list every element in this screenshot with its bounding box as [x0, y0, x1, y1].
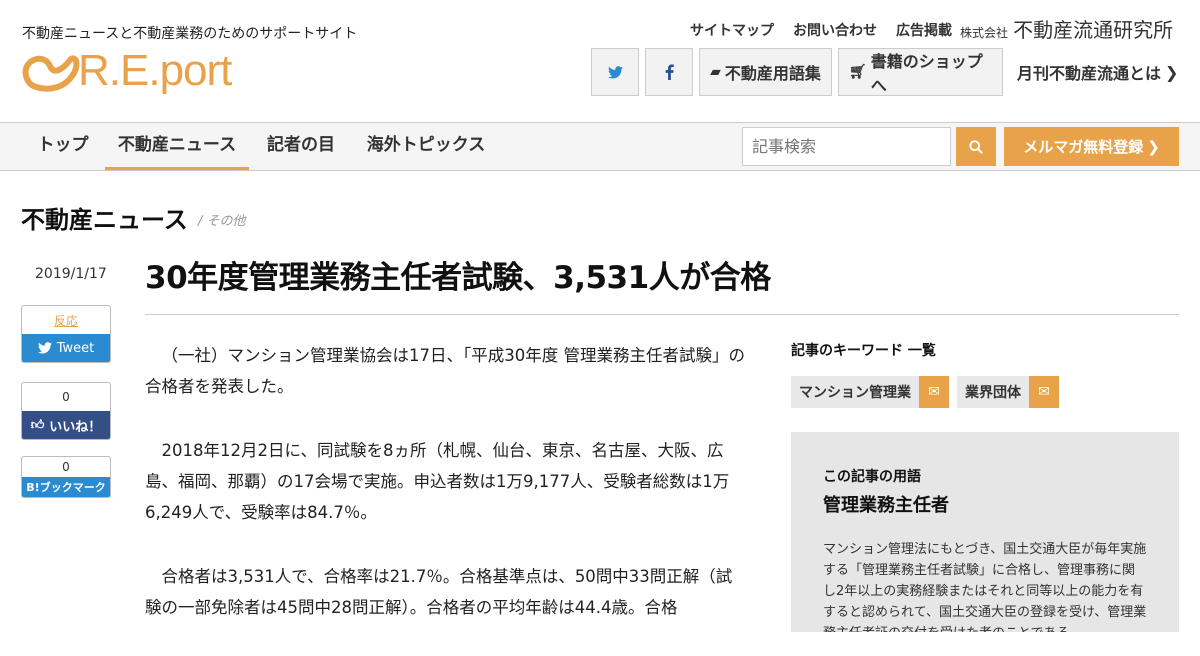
search-button[interactable]: [956, 127, 996, 166]
article-paragraph: 合格者は3,531人で、合格率は21.7％。合格基準点は、50問中33問正解（試…: [145, 567, 733, 617]
header-buttons: ▰ 不動産用語集 🛒︎ 書籍のショップへ 月刊不動産流通とは ❯: [591, 48, 1184, 96]
cart-icon: 🛒︎: [849, 64, 867, 80]
bookshop-label: 書籍のショップへ: [870, 52, 983, 95]
corporate-logo[interactable]: 株式会社 不動産流通研究所: [960, 14, 1173, 43]
keyword-tag[interactable]: マンション管理業 ✉: [791, 376, 949, 408]
article-title: 30年度管理業務主任者試験、3,531人が合格: [145, 260, 771, 296]
glossary-button[interactable]: ▰ 不動産用語集: [699, 48, 832, 96]
thumbs-up-icon: 👍︎: [30, 417, 45, 433]
article-paragraph: 2018年12月2日に、同試験を8ヵ所（札幌、仙台、東京、名古屋、大阪、広島、福…: [145, 441, 730, 522]
chevron-right-icon: ❯: [1147, 137, 1160, 156]
bookmark-button[interactable]: B!ブックマーク: [22, 477, 110, 497]
book-icon: ▰: [710, 64, 721, 80]
mailmag-label: メルマガ無料登録: [1023, 138, 1144, 156]
tweet-label: Tweet: [56, 340, 95, 356]
mail-icon[interactable]: ✉: [919, 376, 949, 408]
twitter-button[interactable]: [591, 48, 639, 96]
twitter-icon: [607, 65, 623, 78]
site-tagline: 不動産ニュースと不動産業務のためのサポートサイト: [22, 26, 358, 42]
sitemap-link[interactable]: サイトマップ: [690, 20, 774, 40]
mailmag-signup-button[interactable]: メルマガ無料登録 ❯: [1004, 127, 1179, 166]
keyword-tag[interactable]: 業界団体 ✉: [957, 376, 1059, 408]
like-label: いいね！: [49, 419, 102, 435]
twitter-icon: [37, 342, 52, 354]
title-divider: [145, 314, 1179, 315]
nav-overseas[interactable]: 海外トピックス: [356, 123, 496, 170]
corp-name: 不動産流通研究所: [1013, 18, 1174, 42]
monthly-label: 月刊不動産流通とは: [1017, 64, 1162, 83]
bookshop-button[interactable]: 🛒︎ 書籍のショップへ: [838, 48, 1003, 96]
article-body: （一社）マンション管理業協会は17日、「平成30年度 管理業務主任者試験」の合格…: [145, 340, 745, 656]
corp-prefix: 株式会社: [960, 26, 1009, 40]
nav-news[interactable]: 不動産ニュース: [105, 123, 249, 170]
site-logo[interactable]: R.E.port: [20, 46, 232, 98]
glossary-label: 不動産用語集: [724, 64, 821, 83]
search-icon: [969, 139, 983, 154]
facebook-icon: [665, 64, 674, 80]
main-nav: トップ 不動産ニュース 記者の目 海外トピックス メルマガ無料登録 ❯: [0, 122, 1200, 171]
mail-icon[interactable]: ✉: [1029, 376, 1059, 408]
facebook-like-box[interactable]: 0 👍︎ いいね！: [21, 382, 111, 440]
like-count: 0: [62, 390, 70, 404]
nav-reporter-eye[interactable]: 記者の目: [259, 123, 343, 170]
nav-top[interactable]: トップ: [21, 123, 105, 170]
like-button[interactable]: 👍︎ いいね！: [22, 411, 110, 439]
facebook-button[interactable]: [645, 48, 693, 96]
tweet-reaction-link[interactable]: 反応: [22, 306, 110, 334]
hatena-bookmark-box[interactable]: 0 B!ブックマーク: [21, 456, 111, 498]
keyword-list: マンション管理業 ✉ 業界団体 ✉: [791, 376, 1059, 408]
advertise-link[interactable]: 広告掲載: [896, 20, 952, 40]
section-title: 不動産ニュース: [21, 206, 188, 234]
section-category[interactable]: / その他: [198, 210, 246, 229]
logo-wordmark: R.E.port: [78, 46, 232, 95]
term-title[interactable]: 管理業務主任者: [823, 491, 1147, 517]
article-search-input[interactable]: [742, 127, 951, 166]
keywords-heading: 記事のキーワード 一覧: [791, 343, 936, 359]
chevron-right-icon: ❯: [1165, 62, 1179, 82]
article-paragraph: （一社）マンション管理業協会は17日、「平成30年度 管理業務主任者試験」の合格…: [145, 346, 745, 396]
term-description: マンション管理法にもとづき、国土交通大臣が毎年実施する「管理業務主任者試験」に合…: [823, 542, 1147, 632]
site-header: 不動産ニュースと不動産業務のためのサポートサイト R.E.port サイトマップ…: [0, 0, 1200, 122]
logo-mark-icon: [22, 55, 80, 92]
contact-link[interactable]: お問い合わせ: [793, 20, 877, 40]
tweet-share-box[interactable]: 反応 Tweet: [21, 305, 111, 363]
bookmark-count: 0: [62, 460, 70, 474]
keyword-label[interactable]: 業界団体: [957, 382, 1029, 402]
monthly-magazine-link[interactable]: 月刊不動産流通とは ❯: [1009, 48, 1184, 96]
keyword-label[interactable]: マンション管理業: [791, 382, 919, 402]
term-box-label: この記事の用語: [823, 469, 921, 485]
article-date: 2019/1/17: [35, 266, 107, 282]
glossary-term-box: この記事の用語 管理業務主任者 マンション管理法にもとづき、国土交通大臣が毎年実…: [791, 432, 1179, 632]
tweet-button[interactable]: Tweet: [22, 334, 110, 362]
top-links: サイトマップ お問い合わせ 広告掲載: [690, 20, 952, 40]
